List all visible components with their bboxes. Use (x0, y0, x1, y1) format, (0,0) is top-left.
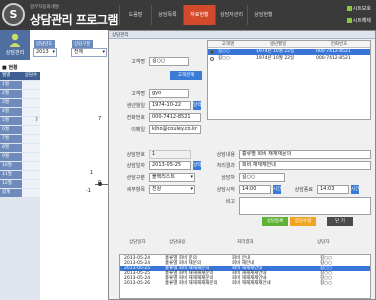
app-subtitle: 업무자동화개발 (30, 5, 59, 10)
process-result-label: 처리결과 (216, 163, 235, 169)
unprotect-icon (346, 18, 352, 23)
start-time-button[interactable]: 시간 (273, 185, 281, 194)
chart-axis-label: -1 (86, 188, 91, 194)
dialog-titlebar: 상담관리 (109, 31, 375, 39)
consult-dialog: 상담관리 고객명 길○○ 고객관계 고객명 gyo 생년월일 1974-10-2… (108, 30, 376, 300)
protect-sheet-button[interactable]: 시트보호 (338, 4, 373, 14)
app-header: S 업무자동화개발 상담관리 프로그램 도움말 상담목록 자료현황 상담자관리 … (0, 0, 376, 30)
table-row: 9월 (0, 153, 40, 161)
customer-grid[interactable]: 고객명 생년월일 전화번호 길○○ 1974년 10월 22일 000-7412… (207, 40, 371, 120)
note-label: 비고 (225, 199, 235, 205)
consult-type-label: 상담구분 (126, 175, 145, 181)
consult-date-label: 상담일자 (126, 163, 145, 169)
detail-select[interactable]: 진상 (149, 185, 195, 194)
table-row: 합계 (0, 189, 40, 197)
register-consult-button[interactable]: 상담등록 (262, 217, 288, 226)
nav-tab-data-status[interactable]: 자료현황 (183, 5, 215, 25)
process-result-field[interactable]: 회비 재재재안내 (239, 161, 371, 170)
name-label: 고객명 (131, 91, 145, 97)
unprotect-sheet-button[interactable]: 시트해제 (338, 16, 373, 26)
nav-tab-consult-list[interactable]: 상담목록 (151, 5, 183, 25)
note-field[interactable] (239, 197, 371, 215)
grid-row-radio[interactable] (210, 57, 214, 61)
email-field[interactable]: kiho@couley.co.kr (149, 125, 201, 134)
app-logo: S (2, 3, 25, 26)
phone-field[interactable]: 000-7412-8521 (149, 113, 201, 122)
name-field[interactable]: gyo (149, 89, 189, 98)
nav-tab-help[interactable]: 도움말 (119, 5, 151, 25)
table-row: 5월 7 (0, 117, 40, 125)
consult-date-field[interactable]: 2013-05-25 (149, 161, 191, 170)
user-icon (9, 33, 21, 47)
end-time-field[interactable]: 14:03 (317, 185, 349, 194)
detail-label: 세부항목 (126, 187, 145, 193)
table-row: 7월 (0, 135, 40, 143)
customer-search-input[interactable]: 길○○ (149, 57, 189, 66)
email-label: 이메일 (131, 127, 145, 133)
nav-tab-counselor[interactable]: 상담자관리 (215, 5, 247, 25)
birth-field[interactable]: 1974-10-22 (149, 101, 191, 110)
user-label: 상담관리 (5, 50, 25, 56)
start-time-field[interactable]: 14:00 (239, 185, 271, 194)
list-header-date: 상담일자 (129, 240, 146, 245)
consult-no-label: 상담번호 (126, 152, 145, 158)
start-time-label: 상담시작 (216, 187, 235, 193)
table-row: 10월 (0, 162, 40, 170)
grid-row-radio[interactable] (210, 50, 214, 54)
end-time-button[interactable]: 시간 (351, 185, 359, 194)
type-label: 상담구분 (72, 40, 93, 48)
end-time-label: 상담종료 (294, 187, 313, 193)
consult-list[interactable]: 2013-05-24 흉류별 회비 문의 회비 안내 길○○ 2013-05-2… (119, 254, 371, 299)
grid-header-phone: 전화번호 (308, 41, 370, 48)
counselor-label: 상담자 (221, 175, 235, 181)
status-table: 월별 상담수 1월 2월 3월 4월 5월 7 6월 7월 8월 9월 10월 1… (0, 72, 40, 300)
table-row: 6월 (0, 126, 40, 134)
list-header-content: 상담내용 (169, 240, 186, 245)
table-row: 3월 (0, 99, 40, 107)
consult-no-field: 1 (149, 150, 191, 159)
status-title: ■ 현황 (2, 65, 18, 71)
consult-calendar-button[interactable]: 달력 (193, 161, 201, 170)
chart-axis-label: 7 (98, 116, 102, 122)
customer-register-button[interactable]: 고객관계 (170, 71, 202, 80)
consult-content-field[interactable]: 흉류별 회비 재재재문의 (239, 150, 371, 159)
list-header-counselor: 상담자 (317, 240, 330, 245)
grid-row[interactable]: 길○○ 1974년 10월 22일 000-7412-8521 (208, 56, 370, 62)
list-item[interactable]: 2013-05-26 흉류별 회비 재재재재재문의 회비 재재재재재안내 길○○ (120, 281, 370, 286)
protect-icon (346, 6, 352, 11)
chart-axis-label: 1 (90, 170, 94, 176)
status-table-header: 월별 상담수 (0, 72, 40, 80)
consult-type-select[interactable]: 불랙리스트 (149, 173, 195, 182)
background-chart: 7 1 0 -1 (40, 60, 110, 260)
birth-calendar-button[interactable]: 달력 (193, 101, 201, 110)
table-row: 11월 (0, 171, 40, 179)
grid-header-name: 고객명 (208, 41, 248, 48)
year-label: 상담년도 (34, 40, 55, 48)
list-header-result: 처리결과 (237, 240, 254, 245)
grid-row[interactable]: 길○○ 1974년 10월 22일 000-7412-8521 (208, 49, 370, 55)
table-row: 8월 (0, 144, 40, 152)
counselor-field[interactable]: 길○○ (239, 173, 285, 182)
table-row: 1월 (0, 81, 40, 89)
type-select[interactable]: 전체 (71, 48, 107, 57)
modify-consult-button[interactable]: 상담수정 (290, 217, 316, 226)
year-select[interactable]: 2013 (33, 48, 57, 57)
chart-point (98, 182, 102, 186)
app-title: 상담관리 프로그램 (30, 13, 119, 27)
consult-content-label: 상담내용 (216, 152, 235, 158)
grid-header-birth: 생년월일 (248, 41, 308, 48)
dialog-title: 상담관리 (112, 33, 129, 38)
customer-name-label: 고객명 (131, 59, 145, 65)
table-row: 12월 (0, 180, 40, 188)
birth-label: 생년월일 (126, 103, 145, 109)
table-row: 2월 (0, 90, 40, 98)
table-row: 4월 (0, 108, 40, 116)
nav-tab-consult-status[interactable]: 상담현황 (247, 5, 279, 25)
close-button[interactable]: 닫 기 (327, 217, 353, 226)
phone-label: 전화번호 (126, 115, 145, 121)
